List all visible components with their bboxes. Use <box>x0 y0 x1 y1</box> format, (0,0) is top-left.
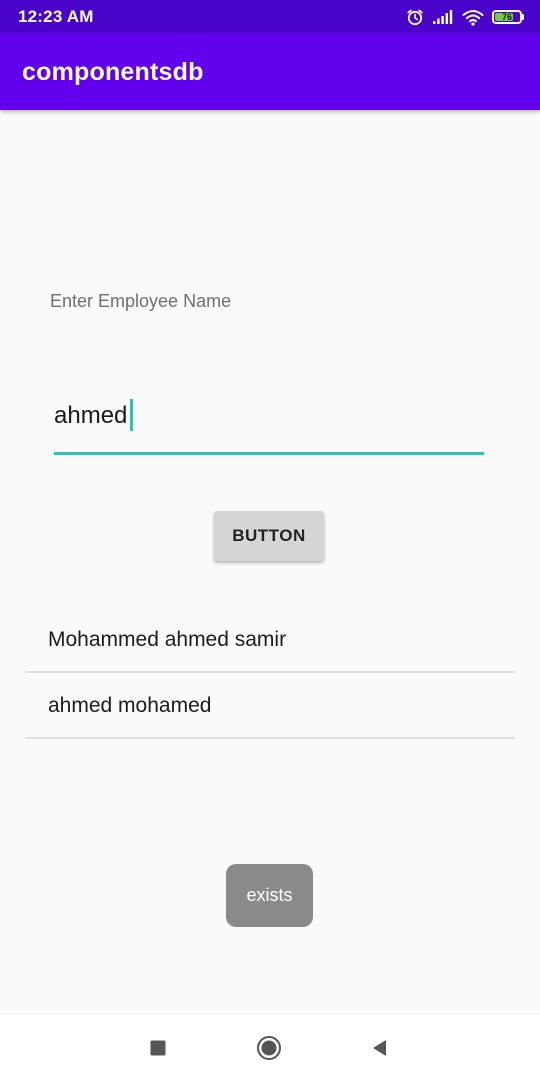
input-underline <box>54 452 484 455</box>
signal-icon <box>432 9 454 25</box>
list-item[interactable]: ahmed mohamed <box>25 673 515 739</box>
app-bar: componentsdb <box>0 33 540 110</box>
list-item[interactable]: Mohammed ahmed samir <box>25 607 515 673</box>
navigation-bar <box>0 1015 540 1080</box>
list-item-text: Mohammed ahmed samir <box>48 628 287 651</box>
app-title: componentsdb <box>22 58 204 86</box>
list-item-text: ahmed mohamed <box>48 694 212 717</box>
app-screen: 12:23 AM 76 componentsdb Enter Employee … <box>0 0 540 1080</box>
status-bar: 12:23 AM 76 <box>0 0 540 33</box>
employee-name-input[interactable] <box>54 396 484 436</box>
status-icons: 76 <box>406 6 524 28</box>
battery-icon: 76 <box>492 10 524 24</box>
recents-icon[interactable] <box>145 1035 171 1061</box>
alarm-icon <box>406 8 424 26</box>
status-time: 12:23 AM <box>18 7 94 26</box>
battery-body: 76 <box>492 10 522 24</box>
submit-button[interactable]: BUTTON <box>214 511 324 561</box>
employee-name-field[interactable] <box>54 396 484 456</box>
battery-level: 76 <box>501 12 512 22</box>
employee-list: Mohammed ahmed samir ahmed mohamed <box>25 607 515 739</box>
home-icon[interactable] <box>256 1035 282 1061</box>
toast-message: exists <box>226 864 313 927</box>
back-icon[interactable] <box>367 1035 393 1061</box>
wifi-icon <box>462 9 484 26</box>
battery-tip <box>522 14 524 20</box>
employee-name-label: Enter Employee Name <box>50 291 232 311</box>
text-cursor <box>130 399 133 431</box>
